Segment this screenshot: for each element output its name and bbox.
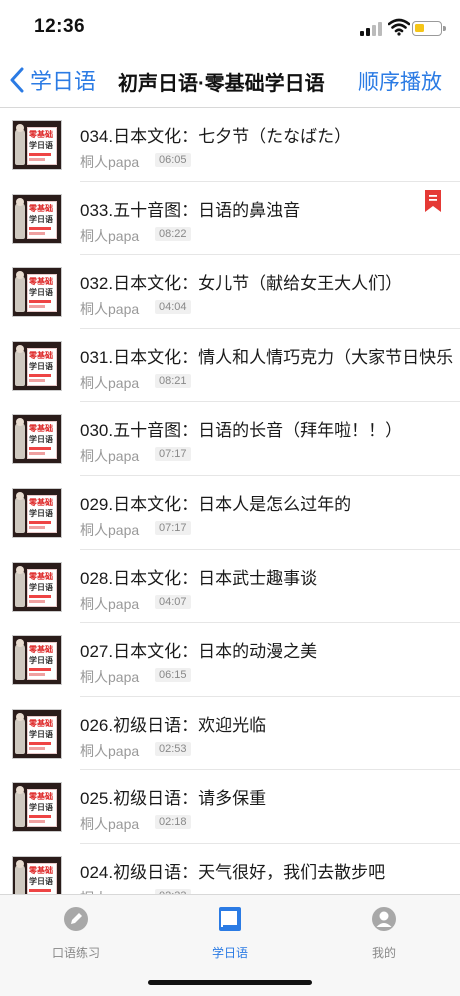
lesson-thumbnail: 零基础 学日语: [12, 708, 62, 759]
lesson-row[interactable]: 零基础 学日语 033.五十音图：日语的鼻浊音 桐人papa 08:22: [0, 182, 460, 256]
lesson-author: 桐人papa: [80, 154, 140, 170]
lesson-duration: 07:17: [155, 520, 191, 535]
cellular-signal-icon: [360, 22, 384, 36]
lesson-row[interactable]: 零基础 学日语 029.日本文化：日本人是怎么过年的 桐人papa 07:17: [0, 476, 460, 550]
lesson-author: 桐人papa: [80, 595, 140, 612]
lesson-title: 033.五十音图：日语的鼻浊音: [80, 200, 301, 220]
lesson-title: 030.五十音图：日语的长音（拜年啦！！）: [80, 421, 403, 441]
lesson-title: 027.日本文化：日本的动漫之美: [80, 642, 318, 662]
lesson-title: 034.日本文化：七夕节（たなばた）: [80, 127, 352, 146]
tab-learn-japanese[interactable]: 学日语: [180, 905, 280, 961]
lesson-thumbnail: 零基础 学日语: [12, 855, 62, 894]
lesson-title: 032.日本文化：女儿节（献给女王大人们）: [80, 274, 403, 294]
back-label: 学日语: [30, 69, 97, 94]
lesson-list: 零基础 学日语 034.日本文化：七夕节（たなばた） 桐人papa 06:05 零基础 学日…: [0, 108, 460, 894]
lesson-thumbnail: 零基础 学日语: [12, 267, 62, 318]
lesson-duration: 06:15: [155, 668, 191, 683]
status-bar: 12:36: [0, 0, 460, 52]
lesson-row[interactable]: 零基础 学日语 034.日本文化：七夕节（たなばた） 桐人papa 06:05: [0, 108, 460, 182]
lesson-thumbnail: 零基础 学日语: [12, 193, 62, 244]
tab-label: 学日语: [211, 946, 248, 960]
lesson-row[interactable]: 零基础 学日语 032.日本文化：女儿节（献给女王大人们） 桐人papa 04:04: [0, 255, 460, 329]
back-button[interactable]: 学日语: [8, 64, 96, 96]
lesson-author: 桐人papa: [80, 742, 140, 759]
bookmark-icon[interactable]: [424, 189, 442, 212]
lesson-duration: 08:21: [155, 373, 191, 388]
lesson-row[interactable]: 零基础 学日语 028.日本文化：日本武士趣事谈 桐人papa 04:07: [0, 550, 460, 624]
lesson-author: 桐人papa: [80, 669, 140, 686]
lesson-thumbnail: 零基础 学日语: [12, 782, 62, 833]
lesson-title: 025.初级日语：请多保重: [80, 789, 267, 809]
lesson-author: 桐人papa: [80, 816, 140, 833]
lesson-author: 桐人papa: [80, 448, 140, 465]
lesson-author: 桐人papa: [80, 374, 140, 391]
pencil-icon: [64, 907, 88, 931]
lesson-thumbnail: 零基础 学日语: [12, 487, 62, 538]
lesson-thumbnail: 零基础 学日语: [12, 414, 62, 465]
lesson-row[interactable]: 零基础 学日语 030.五十音图：日语的长音（拜年啦！！） 桐人papa 07:17: [0, 402, 460, 476]
tab-label: 口语练习: [51, 946, 100, 960]
lesson-author: 桐人papa: [80, 301, 140, 318]
tab-label: 我的: [371, 946, 396, 960]
lesson-duration: 08:22: [155, 226, 191, 241]
lesson-duration: 04:04: [155, 300, 191, 315]
chevron-left-icon: [10, 67, 24, 93]
lesson-author: 桐人papa: [80, 227, 140, 244]
lesson-title: 031.日本文化：情人和人情巧克力（大家节日快乐: [80, 347, 454, 367]
book-icon: [219, 907, 241, 931]
lesson-duration: 02:18: [155, 815, 191, 830]
page-title: 初声日语·零基础学日语: [118, 73, 325, 95]
sequential-play-button[interactable]: 顺序播放: [358, 66, 442, 96]
home-indicator: [148, 980, 312, 985]
status-time: 12:36: [34, 16, 86, 37]
wifi-icon: [388, 18, 410, 36]
lesson-duration: 06:05: [155, 153, 191, 167]
lesson-row[interactable]: 零基础 学日语 027.日本文化：日本的动漫之美 桐人papa 06:15: [0, 623, 460, 697]
lesson-duration: 02:53: [155, 741, 191, 756]
lesson-title: 028.日本文化：日本武士趣事谈: [80, 568, 318, 588]
tab-speaking-practice[interactable]: 口语练习: [26, 905, 126, 961]
lesson-thumbnail: 零基础 学日语: [12, 561, 62, 612]
tab-profile[interactable]: 我的: [334, 905, 434, 961]
navigation-bar: 学日语 初声日语·零基础学日语 顺序播放: [0, 52, 460, 108]
lesson-thumbnail: 零基础 学日语: [12, 635, 62, 686]
lesson-row[interactable]: 零基础 学日语 031.日本文化：情人和人情巧克力（大家节日快乐 桐人papa 08:2…: [0, 329, 460, 403]
lesson-thumbnail: 零基础 学日语: [12, 340, 62, 391]
lesson-duration: 04:07: [155, 594, 191, 609]
lesson-duration: 07:17: [155, 447, 191, 462]
lesson-author: 桐人papa: [80, 521, 140, 538]
profile-icon: [372, 907, 396, 931]
lesson-title: 026.初级日语：欢迎光临: [80, 715, 267, 735]
lesson-row[interactable]: 零基础 学日语 025.初级日语：请多保重 桐人papa 02:18: [0, 770, 460, 844]
lesson-title: 029.日本文化：日本人是怎么过年的: [80, 494, 352, 514]
lesson-row[interactable]: 零基础 学日语 026.初级日语：欢迎光临 桐人papa 02:53: [0, 697, 460, 771]
lesson-title: 024.初级日语：天气很好，我们去散步吧: [80, 862, 386, 882]
lesson-row[interactable]: 零基础学日语024.初级日语：天气很好，我们去散步吧桐人papa02:33: [0, 844, 460, 894]
battery-icon: [412, 21, 446, 36]
lesson-thumbnail: 零基础 学日语: [12, 120, 62, 170]
